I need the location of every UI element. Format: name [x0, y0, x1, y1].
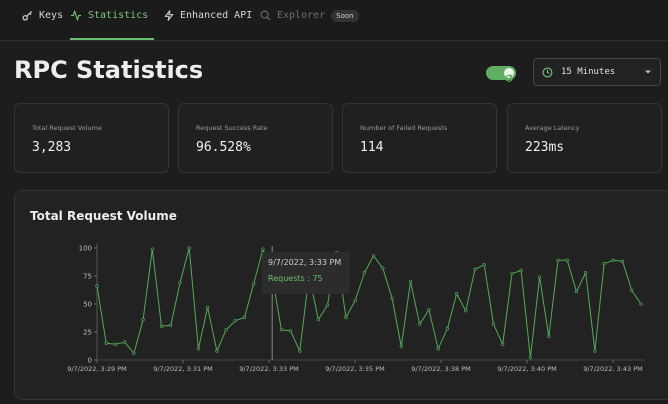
- data-point: [95, 284, 99, 288]
- data-point: [528, 356, 533, 360]
- data-point: [454, 292, 459, 296]
- chart-tooltip: 9/7/2022, 3:33 PM Requests : 75: [262, 252, 350, 294]
- data-point: [159, 324, 164, 329]
- y-tick-label: 75: [83, 273, 92, 281]
- y-tick-label: 100: [79, 245, 92, 253]
- x-tick-label: 9/7/2022, 3:38 PM: [411, 365, 471, 373]
- series-line: [96, 247, 642, 359]
- tooltip-requests: Requests : 75: [268, 274, 323, 283]
- data-point: [390, 296, 394, 301]
- data-point: [215, 349, 219, 353]
- x-tick-label: 9/7/2022, 3:31 PM: [153, 365, 213, 373]
- data-point: [519, 268, 523, 273]
- data-point: [556, 258, 560, 262]
- data-point: [252, 282, 256, 286]
- data-point: [445, 326, 450, 331]
- data-point: [113, 342, 118, 346]
- data-point: [611, 258, 615, 262]
- data-point: [123, 340, 127, 344]
- data-point: [178, 281, 182, 285]
- y-tick-label: 25: [83, 329, 92, 337]
- y-tick-label: 0: [88, 357, 92, 365]
- data-point: [150, 247, 154, 251]
- data-point: [464, 309, 468, 313]
- data-point: [325, 303, 330, 307]
- data-point: [547, 334, 551, 339]
- data-point: [205, 305, 210, 310]
- data-point: [233, 319, 237, 323]
- data-point: [537, 275, 542, 279]
- x-tick-label: 9/7/2022, 3:43 PM: [583, 365, 643, 373]
- data-point: [427, 307, 431, 312]
- data-point: [482, 263, 486, 267]
- x-tick-label: 9/7/2022, 3:29 PM: [67, 365, 127, 373]
- data-point: [362, 270, 367, 275]
- data-point: [418, 322, 422, 326]
- data-point: [261, 247, 265, 251]
- data-point: [491, 322, 496, 326]
- data-point: [316, 318, 320, 322]
- data-point: [187, 246, 191, 250]
- x-tick-label: 9/7/2022, 3:33 PM: [239, 365, 299, 373]
- data-point: [436, 347, 440, 351]
- data-point: [196, 347, 201, 351]
- data-point: [353, 298, 357, 303]
- data-point: [279, 328, 284, 332]
- data-point: [169, 323, 173, 327]
- request-volume-chart: 0 25 50 75 100 9/7/2022, 3:29 PM 9/7/2022, 3:3…: [67, 244, 645, 373]
- data-point: [224, 328, 228, 332]
- data-point: [242, 315, 247, 320]
- data-point: [620, 259, 625, 264]
- tooltip-date: 9/7/2022, 3:33 PM: [268, 258, 342, 267]
- data-point: [381, 266, 385, 270]
- data-point: [371, 254, 376, 258]
- data-point: [593, 349, 597, 353]
- data-point: [574, 290, 579, 294]
- data-point: [288, 329, 293, 333]
- data-point: [510, 272, 514, 276]
- data-point: [408, 279, 413, 284]
- data-point: [473, 267, 477, 271]
- data-point: [104, 341, 108, 345]
- data-point: [501, 342, 505, 346]
- data-point: [141, 318, 145, 322]
- data-point: [399, 344, 403, 349]
- x-tick-label: 9/7/2022, 3:35 PM: [325, 365, 385, 373]
- data-point: [630, 288, 634, 293]
- data-point: [298, 349, 302, 353]
- x-tick-label: 9/7/2022, 3:40 PM: [497, 365, 557, 373]
- data-point: [132, 351, 136, 355]
- y-tick-label: 50: [83, 301, 92, 309]
- data-point: [344, 315, 348, 320]
- data-point: [639, 302, 643, 306]
- data-point: [602, 262, 606, 266]
- data-point: [584, 270, 588, 275]
- data-point: [565, 258, 569, 262]
